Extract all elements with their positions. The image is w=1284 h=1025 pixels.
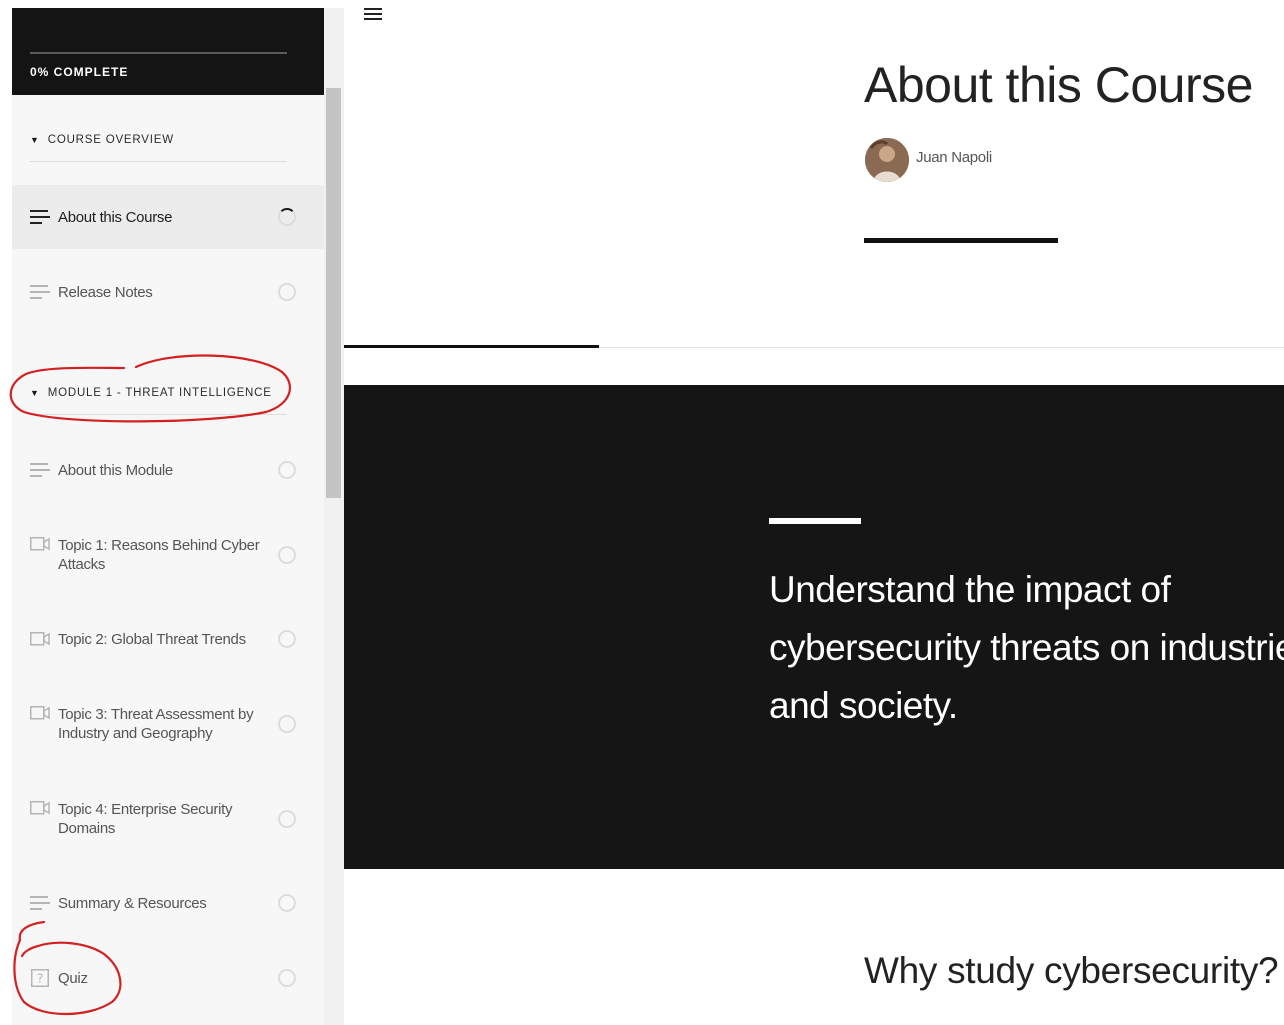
video-icon: [30, 631, 50, 647]
section-label: MODULE 1 - THREAT INTELLIGENCE: [47, 387, 272, 399]
lesson-label: About this Course: [58, 208, 173, 226]
hero-statement: Understand the impact of cybersecurity t…: [769, 569, 1284, 726]
text-lines-icon: [30, 284, 50, 300]
in-progress-indicator: [278, 208, 296, 226]
status-circle-icon: [278, 969, 296, 987]
lesson-label: Topic 1: Reasons Behind Cyber Attacks: [58, 537, 260, 573]
section-heading: Why study cybersecurity?: [864, 950, 1279, 991]
lesson-summary-resources[interactable]: Summary & Resources: [12, 871, 324, 935]
lesson-about-this-course[interactable]: About this Course: [12, 185, 324, 249]
video-icon: [30, 705, 50, 721]
lesson-label: Topic 2: Global Threat Trends: [58, 630, 246, 648]
text-lines-icon: [30, 209, 50, 225]
section-module-1[interactable]: ▼ MODULE 1 - THREAT INTELLIGENCE: [30, 372, 287, 415]
author-avatar: [865, 138, 909, 182]
section-label: COURSE OVERVIEW: [47, 134, 174, 146]
svg-text:?: ?: [37, 972, 43, 986]
status-circle-icon: [278, 810, 296, 828]
lesson-label: Topic 3: Threat Assessment by Industry a…: [58, 706, 254, 742]
caret-down-icon: ▼: [30, 135, 40, 145]
lesson-label: Summary & Resources: [58, 894, 207, 912]
lesson-label: About this Module: [58, 461, 173, 479]
section-course-overview[interactable]: ▼ COURSE OVERVIEW: [30, 119, 287, 162]
lesson-quiz[interactable]: ? Quiz: [12, 946, 324, 1010]
progress-header: 0% COMPLETE: [12, 8, 324, 95]
lesson-label: Topic 4: Enterprise Security Domains: [58, 801, 233, 837]
hero-accent-rule: [769, 518, 861, 524]
progress-bar: [30, 52, 287, 54]
lesson-label: Release Notes: [58, 283, 153, 301]
status-circle-icon: [278, 461, 296, 479]
caret-down-icon: ▼: [30, 388, 40, 398]
title-underline: [864, 238, 1058, 243]
status-circle-icon: [278, 283, 296, 301]
lesson-label: Quiz: [58, 969, 88, 987]
status-circle-icon: [278, 630, 296, 648]
hamburger-menu-icon[interactable]: [363, 5, 385, 23]
text-lines-icon: [30, 895, 50, 911]
reading-progress-indicator: [344, 345, 599, 348]
text-lines-icon: [30, 462, 50, 478]
author-name[interactable]: Juan Napoli: [916, 149, 992, 166]
scrollbar-thumb[interactable]: [326, 88, 341, 498]
course-sidebar: 0% COMPLETE ▼ COURSE OVERVIEW About this…: [12, 8, 324, 1025]
lesson-release-notes[interactable]: Release Notes: [12, 260, 324, 324]
lesson-title: About this Course: [864, 57, 1253, 113]
quiz-icon: ?: [30, 969, 50, 987]
lesson-topic-1[interactable]: Topic 1: Reasons Behind Cyber Attacks: [12, 523, 324, 587]
progress-label: 0% COMPLETE: [30, 65, 129, 79]
lesson-topic-4[interactable]: Topic 4: Enterprise Security Domains: [12, 787, 324, 851]
lesson-topic-3[interactable]: Topic 3: Threat Assessment by Industry a…: [12, 692, 324, 756]
sidebar-scrollbar[interactable]: [324, 8, 344, 1025]
hero-banner: Understand the impact of cybersecurity t…: [344, 385, 1284, 869]
status-circle-icon: [278, 894, 296, 912]
video-icon: [30, 536, 50, 552]
lesson-about-this-module[interactable]: About this Module: [12, 438, 324, 502]
status-circle-icon: [278, 546, 296, 564]
status-circle-icon: [278, 715, 296, 733]
video-icon: [30, 800, 50, 816]
lesson-topic-2[interactable]: Topic 2: Global Threat Trends: [12, 607, 324, 671]
